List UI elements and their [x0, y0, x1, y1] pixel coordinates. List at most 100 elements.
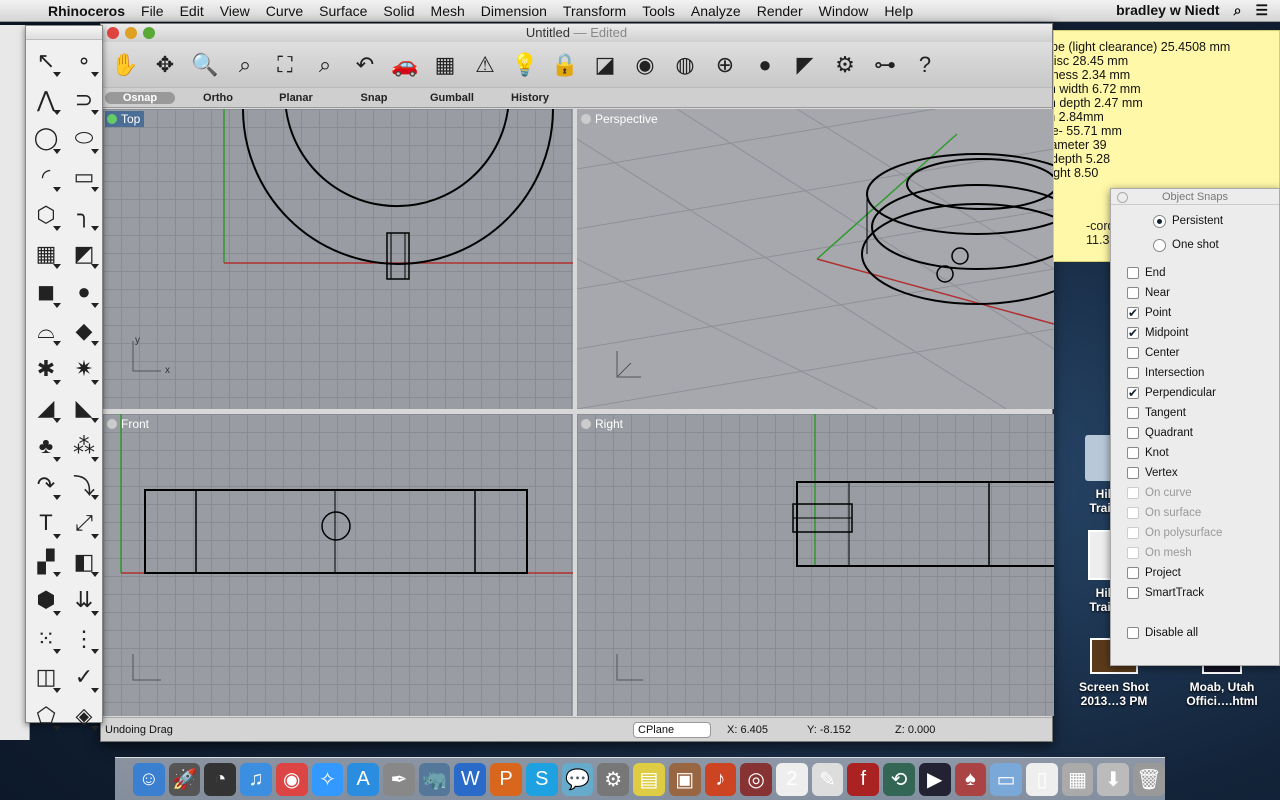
- options-gear-icon[interactable]: ⚙: [827, 47, 863, 83]
- snap-on-surface-checkbox[interactable]: On surface: [1111, 503, 1279, 523]
- mode-persistent-radio[interactable]: Persistent: [1111, 209, 1279, 233]
- help-icon[interactable]: ?: [907, 47, 943, 83]
- point-icon[interactable]: ∘: [65, 42, 103, 81]
- snap-tangent-checkbox[interactable]: Tangent: [1111, 403, 1279, 423]
- layers-icon[interactable]: ◪: [587, 47, 623, 83]
- dock-time-machine-icon[interactable]: ⟲: [883, 762, 915, 796]
- snap-point-checkbox[interactable]: ✔ Point: [1111, 303, 1279, 323]
- offset-curve-icon[interactable]: ⤵: [65, 466, 103, 505]
- menu-file[interactable]: File: [133, 3, 172, 19]
- group-icon[interactable]: ◫: [27, 658, 65, 697]
- snap-on-polysurface-checkbox[interactable]: On polysurface: [1111, 523, 1279, 543]
- user-name[interactable]: bradley w Niedt: [1116, 2, 1219, 19]
- puzzle-icon[interactable]: ✱: [27, 350, 65, 389]
- magnifier-icon[interactable]: ⌕: [1234, 2, 1242, 19]
- menu-help[interactable]: Help: [876, 3, 921, 19]
- dock-finder-icon[interactable]: ☺: [133, 762, 165, 796]
- arc-icon[interactable]: ◜: [27, 158, 65, 197]
- lock-icon[interactable]: 🔒: [547, 47, 583, 83]
- snap-smarttrack-checkbox[interactable]: SmartTrack: [1111, 583, 1279, 603]
- dock-calendar-icon[interactable]: 2: [775, 762, 808, 796]
- dock-system-prefs-icon[interactable]: ⚙: [597, 762, 630, 796]
- list-icon[interactable]: ☰: [1255, 2, 1268, 19]
- box-icon[interactable]: ◼: [27, 273, 65, 312]
- mirror-icon[interactable]: ◧: [65, 543, 103, 582]
- dock-downloads-icon[interactable]: ⬇: [1097, 762, 1130, 796]
- title-bar[interactable]: Untitled — Edited: [101, 24, 1052, 42]
- split-icon[interactable]: ◣: [65, 389, 103, 428]
- dock-games-icon[interactable]: ♠: [954, 762, 987, 796]
- toggle-gumball[interactable]: Gumball: [413, 92, 491, 104]
- boolean-split-icon[interactable]: ⁂: [65, 427, 103, 466]
- menu-dimension[interactable]: Dimension: [473, 3, 555, 19]
- palette-titlebar[interactable]: [26, 26, 102, 40]
- zoom-window-icon[interactable]: ⌕: [227, 47, 263, 83]
- cplane-icon[interactable]: ▦: [427, 47, 463, 83]
- dock-photo-booth-icon[interactable]: ◎: [740, 762, 772, 796]
- lights-icon[interactable]: ⇊: [65, 581, 103, 620]
- dock-audacity-icon[interactable]: ♪: [704, 762, 737, 796]
- toggle-planar[interactable]: Planar: [257, 92, 335, 104]
- sphere-icon[interactable]: ●: [65, 273, 103, 312]
- snap-quadrant-checkbox[interactable]: Quadrant: [1111, 423, 1279, 443]
- curve-icon[interactable]: ⊃: [65, 81, 103, 120]
- dock-doc-icon[interactable]: ▯: [1025, 762, 1058, 796]
- menu-window[interactable]: Window: [811, 3, 877, 19]
- menu-transform[interactable]: Transform: [555, 3, 634, 19]
- zoom-in-out-icon[interactable]: 🔍: [187, 47, 223, 83]
- dock-word-icon[interactable]: W: [454, 762, 487, 796]
- menu-mesh[interactable]: Mesh: [423, 3, 473, 19]
- dock-folder-stack-icon[interactable]: ▦: [1061, 762, 1094, 796]
- viewport-label-front[interactable]: Front: [105, 416, 153, 432]
- dock-launchpad-icon[interactable]: 🚀: [168, 762, 201, 796]
- zoom-selected-icon[interactable]: ⌕: [307, 47, 343, 83]
- snap-project-checkbox[interactable]: Project: [1111, 563, 1279, 583]
- select-arrow-icon[interactable]: ↖: [27, 42, 65, 81]
- snap-knot-checkbox[interactable]: Knot: [1111, 443, 1279, 463]
- dock-stickies-icon[interactable]: ▤: [633, 762, 665, 796]
- rotate-view-icon[interactable]: ✥: [147, 47, 183, 83]
- surface-patch-icon[interactable]: ◆: [65, 312, 103, 351]
- dock-dvd-icon[interactable]: ▶: [918, 762, 951, 796]
- dock-rhino-icon[interactable]: 🦏: [418, 762, 451, 796]
- close-button[interactable]: [107, 27, 119, 39]
- boolean-union-icon[interactable]: ♣: [27, 427, 65, 466]
- solid-tools-icon[interactable]: ⬠: [27, 697, 65, 736]
- rectangle-icon[interactable]: ▭: [65, 158, 103, 197]
- explode-icon[interactable]: ✷: [65, 350, 103, 389]
- dock-skype-icon[interactable]: S: [525, 762, 558, 796]
- undo-view-icon[interactable]: ↶: [347, 47, 383, 83]
- render-sphere-icon[interactable]: ●: [747, 47, 783, 83]
- surface-from-points-icon[interactable]: ▦: [27, 235, 65, 274]
- viewport-label-right[interactable]: Right: [579, 416, 627, 432]
- pan-icon[interactable]: ✋: [107, 47, 143, 83]
- zoom-button[interactable]: [143, 27, 155, 39]
- menu-render[interactable]: Render: [749, 3, 811, 19]
- menu-curve[interactable]: Curve: [258, 3, 311, 19]
- viewport-top[interactable]: Top y x: [103, 109, 573, 409]
- light-bulb-icon[interactable]: 💡: [507, 47, 543, 83]
- dock-flash-icon[interactable]: f: [847, 762, 880, 796]
- menu-analyze[interactable]: Analyze: [683, 3, 749, 19]
- cplane-select[interactable]: CPlane: [633, 721, 711, 738]
- scale-icon[interactable]: ⤢: [65, 504, 103, 543]
- menu-tools[interactable]: Tools: [634, 3, 683, 19]
- viewport-label-top[interactable]: Top: [105, 111, 145, 127]
- menu-surface[interactable]: Surface: [311, 3, 375, 19]
- render-material-icon[interactable]: ◈: [65, 697, 103, 736]
- snap-perpendicular-checkbox[interactable]: ✔ Perpendicular: [1111, 383, 1279, 403]
- menu-view[interactable]: View: [212, 3, 258, 19]
- dock-trash-icon[interactable]: 🗑: [1133, 762, 1165, 796]
- dock-itunes-icon[interactable]: ♫: [240, 762, 272, 796]
- grid-array-icon[interactable]: ⁙: [27, 620, 65, 659]
- grid-sphere-icon[interactable]: ⊕: [707, 47, 743, 83]
- object-snaps-title[interactable]: Object Snaps: [1111, 189, 1279, 205]
- dock-iphoto-icon[interactable]: ▣: [668, 762, 701, 796]
- dock-chrome-icon[interactable]: ◉: [275, 762, 308, 796]
- dock-documents-icon[interactable]: ▭: [990, 762, 1022, 796]
- check-icon[interactable]: ✓: [65, 658, 103, 697]
- car-named-view-icon[interactable]: 🚗: [387, 47, 423, 83]
- render-cone-icon[interactable]: ◤: [787, 47, 823, 83]
- text-icon[interactable]: T: [27, 504, 65, 543]
- snap-center-checkbox[interactable]: Center: [1111, 343, 1279, 363]
